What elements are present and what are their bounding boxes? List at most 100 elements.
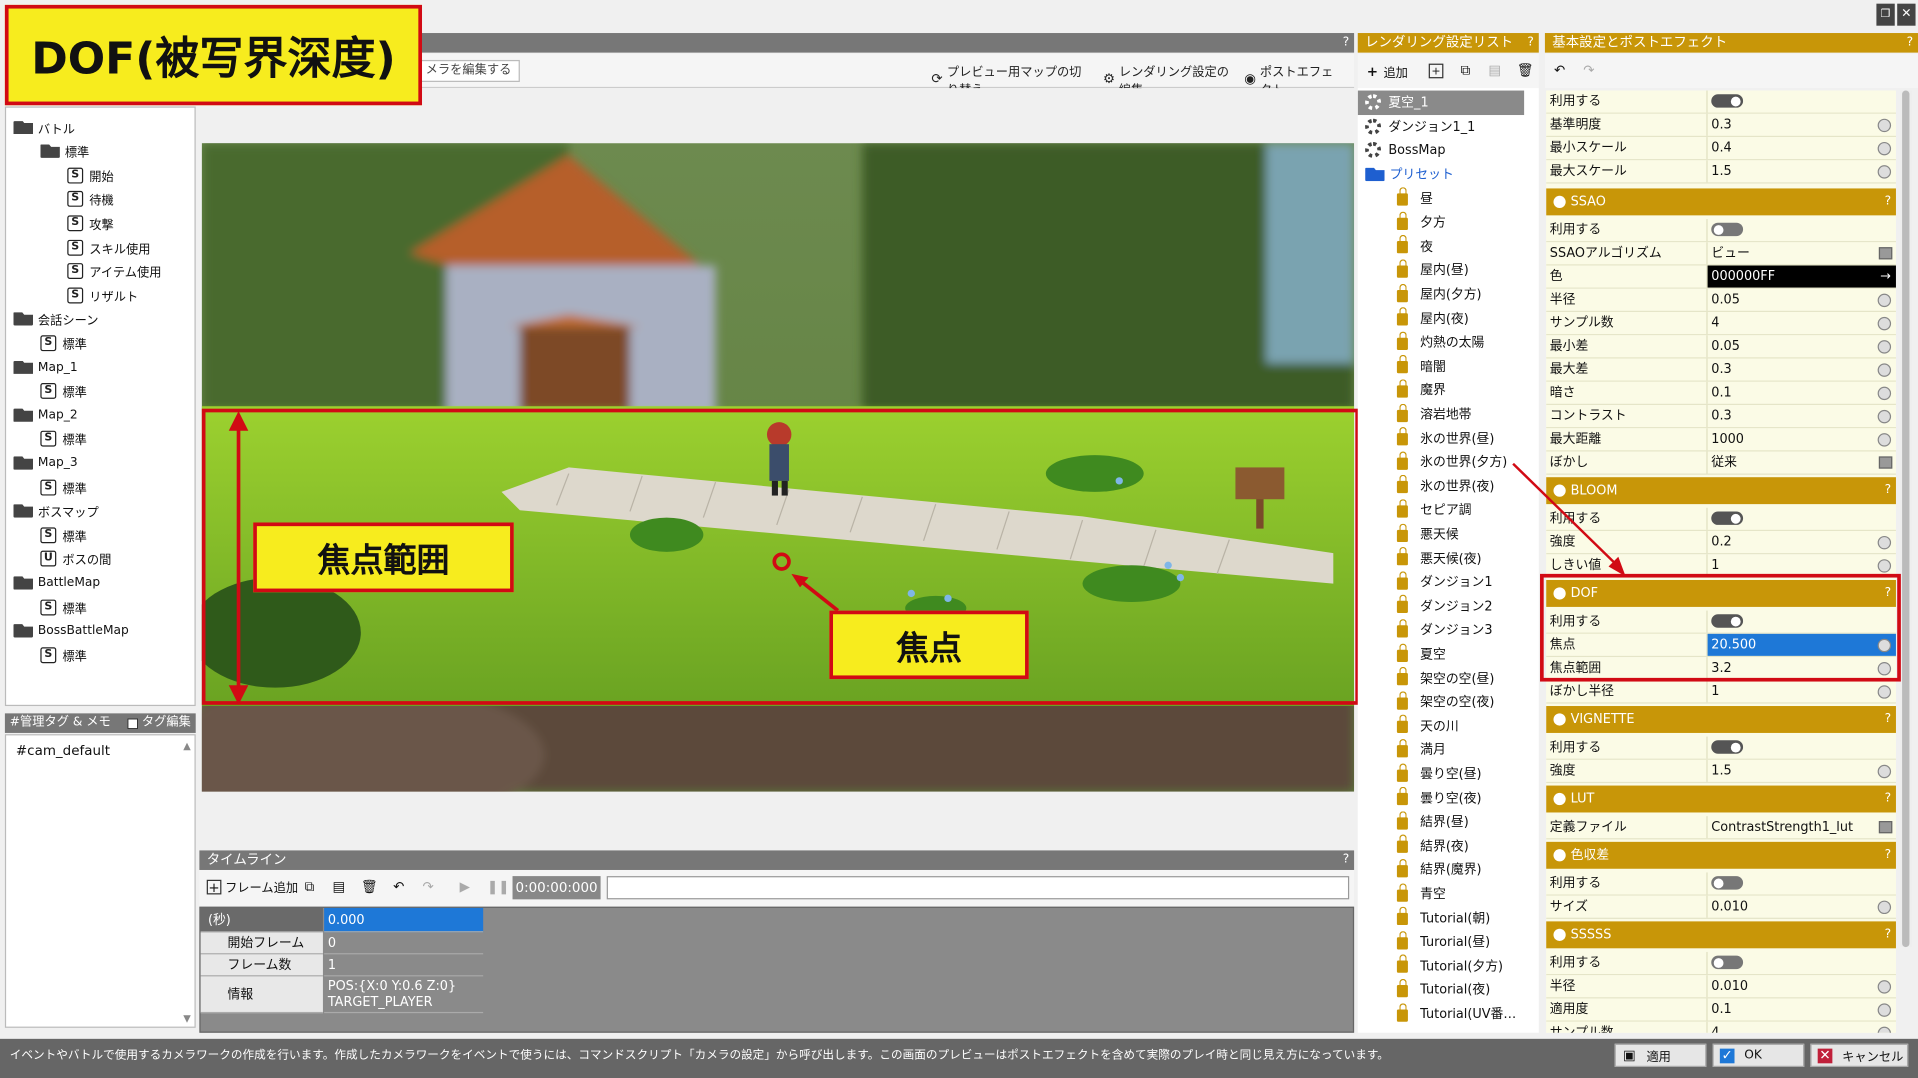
preset-item[interactable]: 結界(昼) [1358, 810, 1469, 834]
tree-item[interactable]: S 標準 [40, 427, 87, 451]
duplicate-icon[interactable]: ⧉ [1458, 63, 1473, 79]
property-value[interactable]: 0.3 [1708, 359, 1896, 381]
preset-item[interactable]: 悪天候(夜) [1358, 546, 1482, 570]
timeline-help-icon[interactable]: ? [1343, 850, 1349, 870]
property-value[interactable]: 1.5 [1708, 760, 1896, 782]
scroll-up-icon[interactable]: ▲ [183, 740, 191, 751]
arrow-right-icon[interactable]: → [1880, 266, 1891, 288]
spin-icon[interactable] [1877, 316, 1892, 331]
property-value[interactable]: 0.3 [1708, 405, 1896, 427]
props-undo-icon[interactable]: ↶ [1552, 63, 1567, 79]
delete-icon[interactable]: 🗑 [1517, 63, 1534, 79]
property-value[interactable]: 000000FF → [1707, 265, 1896, 288]
tag-memo-text[interactable]: #cam_default ▲ ▼ [4, 734, 196, 1028]
edit-camera-button[interactable]: メラを編集する [417, 59, 520, 82]
play-icon[interactable]: ▶ [457, 879, 472, 895]
preset-item[interactable]: 暗闇 [1358, 354, 1446, 378]
property-value[interactable]: 4 [1708, 1022, 1896, 1033]
cancel-button[interactable]: ✕ キャンセル [1810, 1043, 1909, 1067]
spin-icon[interactable] [1877, 559, 1892, 573]
spin-icon[interactable] [1877, 764, 1892, 779]
spin-icon[interactable] [1877, 293, 1892, 308]
dropdown-icon[interactable] [1878, 456, 1893, 469]
tree-item[interactable]: S アイテム使用 [67, 259, 161, 283]
spin-icon[interactable] [1877, 980, 1892, 994]
preset-item[interactable]: 氷の世界(夜) [1358, 474, 1494, 498]
preset-item[interactable]: 悪天候 [1358, 522, 1459, 546]
section-help-icon[interactable]: ? [1885, 188, 1891, 215]
render-setting-item[interactable]: ダンジョン1_1 [1358, 115, 1524, 139]
section-help-icon[interactable]: ? [1885, 477, 1891, 504]
timeline-row-value[interactable]: 0.000 [324, 907, 484, 933]
ok-button[interactable]: ✓ OK [1712, 1043, 1805, 1067]
close-icon[interactable]: ✕ [1897, 3, 1916, 26]
undo-icon[interactable]: ↶ [391, 879, 406, 895]
spin-icon[interactable] [1877, 1003, 1892, 1017]
render-setting-item[interactable]: BossMap [1358, 138, 1524, 162]
property-value[interactable]: 4 [1708, 312, 1896, 334]
preset-item[interactable]: 青空 [1358, 882, 1446, 906]
timeline-row-value[interactable]: 0 [324, 932, 484, 955]
render-list-help-icon[interactable]: ? [1527, 33, 1533, 53]
copy-icon[interactable]: ⧉ [302, 879, 317, 895]
property-value[interactable]: 0.010 [1708, 896, 1896, 918]
spin-icon[interactable] [1877, 363, 1892, 377]
toggle-switch[interactable] [1711, 511, 1744, 525]
preset-item[interactable]: 夕方 [1358, 210, 1446, 234]
section-chroma[interactable]: 色収差? [1546, 841, 1896, 869]
tree-item[interactable]: S 待機 [67, 187, 114, 211]
tree-item[interactable]: S 標準 [40, 475, 87, 499]
tree-item[interactable]: 会話シーン [13, 307, 98, 331]
add-item-icon[interactable]: + [1428, 63, 1444, 79]
preset-item[interactable]: Tutorial(朝) [1358, 906, 1490, 930]
render-setting-item[interactable]: 夏空_1 [1357, 90, 1525, 115]
section-ssao[interactable]: SSAO? [1546, 188, 1896, 216]
preset-item[interactable]: 夏空 [1358, 642, 1446, 666]
section-help-icon[interactable]: ? [1885, 921, 1891, 948]
property-value[interactable]: 0.1 [1708, 998, 1896, 1020]
preset-item[interactable]: Tutorial(夕方) [1358, 954, 1503, 978]
preset-item[interactable]: 灼熱の太陽 [1358, 330, 1484, 354]
timeline-row-value[interactable]: 1 [324, 954, 484, 977]
props-redo-icon[interactable]: ↷ [1582, 63, 1597, 79]
toggle-switch[interactable] [1711, 876, 1744, 890]
render-add-button[interactable]: + 追加 [1365, 62, 1408, 81]
spin-icon[interactable] [1877, 433, 1892, 447]
section-help-icon[interactable]: ? [1885, 706, 1891, 733]
property-value[interactable]: 0.010 [1708, 975, 1896, 997]
props-scrollbar[interactable] [1899, 90, 1912, 948]
tree-item[interactable]: S 標準 [40, 523, 87, 547]
dropdown-icon[interactable] [1878, 247, 1893, 260]
tree-item[interactable]: ボスマップ [13, 499, 99, 523]
spin-icon[interactable] [1877, 141, 1892, 156]
tree-item[interactable]: S リザルト [67, 283, 138, 307]
preset-item[interactable]: 夜 [1358, 234, 1433, 258]
tree-item[interactable]: Map_2 [13, 403, 78, 427]
preset-item[interactable]: 屋内(昼) [1358, 258, 1469, 282]
tree-item[interactable]: S 標準 [40, 331, 87, 355]
trash-icon[interactable]: 🗑 [361, 879, 378, 895]
property-value[interactable] [1708, 91, 1896, 113]
preset-item[interactable]: 溶岩地帯 [1358, 402, 1472, 426]
section-help-icon[interactable]: ? [1885, 786, 1891, 813]
preset-item[interactable]: 氷の世界(昼) [1358, 426, 1494, 450]
paste-icon[interactable]: ▤ [331, 879, 346, 895]
spin-icon[interactable] [1877, 685, 1892, 699]
property-value[interactable]: 0.05 [1708, 335, 1896, 357]
tag-edit-checkbox[interactable]: タグ編集 [127, 713, 191, 733]
preset-item[interactable]: ダンジョン2 [1358, 594, 1493, 618]
tree-item[interactable]: BossBattleMap [13, 619, 129, 643]
property-value[interactable]: 1 [1708, 680, 1896, 702]
preset-item[interactable]: 結界(夜) [1358, 834, 1469, 858]
spin-icon[interactable] [1877, 1026, 1892, 1033]
spin-icon[interactable] [1877, 900, 1892, 915]
property-value[interactable] [1708, 219, 1896, 241]
spin-icon[interactable] [1877, 386, 1892, 401]
preset-item[interactable]: ダンジョン3 [1358, 618, 1493, 642]
property-value[interactable]: 従来 [1708, 452, 1896, 474]
preset-item[interactable]: 天の川 [1358, 714, 1459, 738]
toggle-switch[interactable] [1711, 955, 1744, 970]
preset-folder[interactable]: プリセット [1358, 162, 1454, 186]
property-value[interactable]: 0.3 [1708, 114, 1896, 136]
tree-item[interactable]: バトル [13, 115, 75, 139]
